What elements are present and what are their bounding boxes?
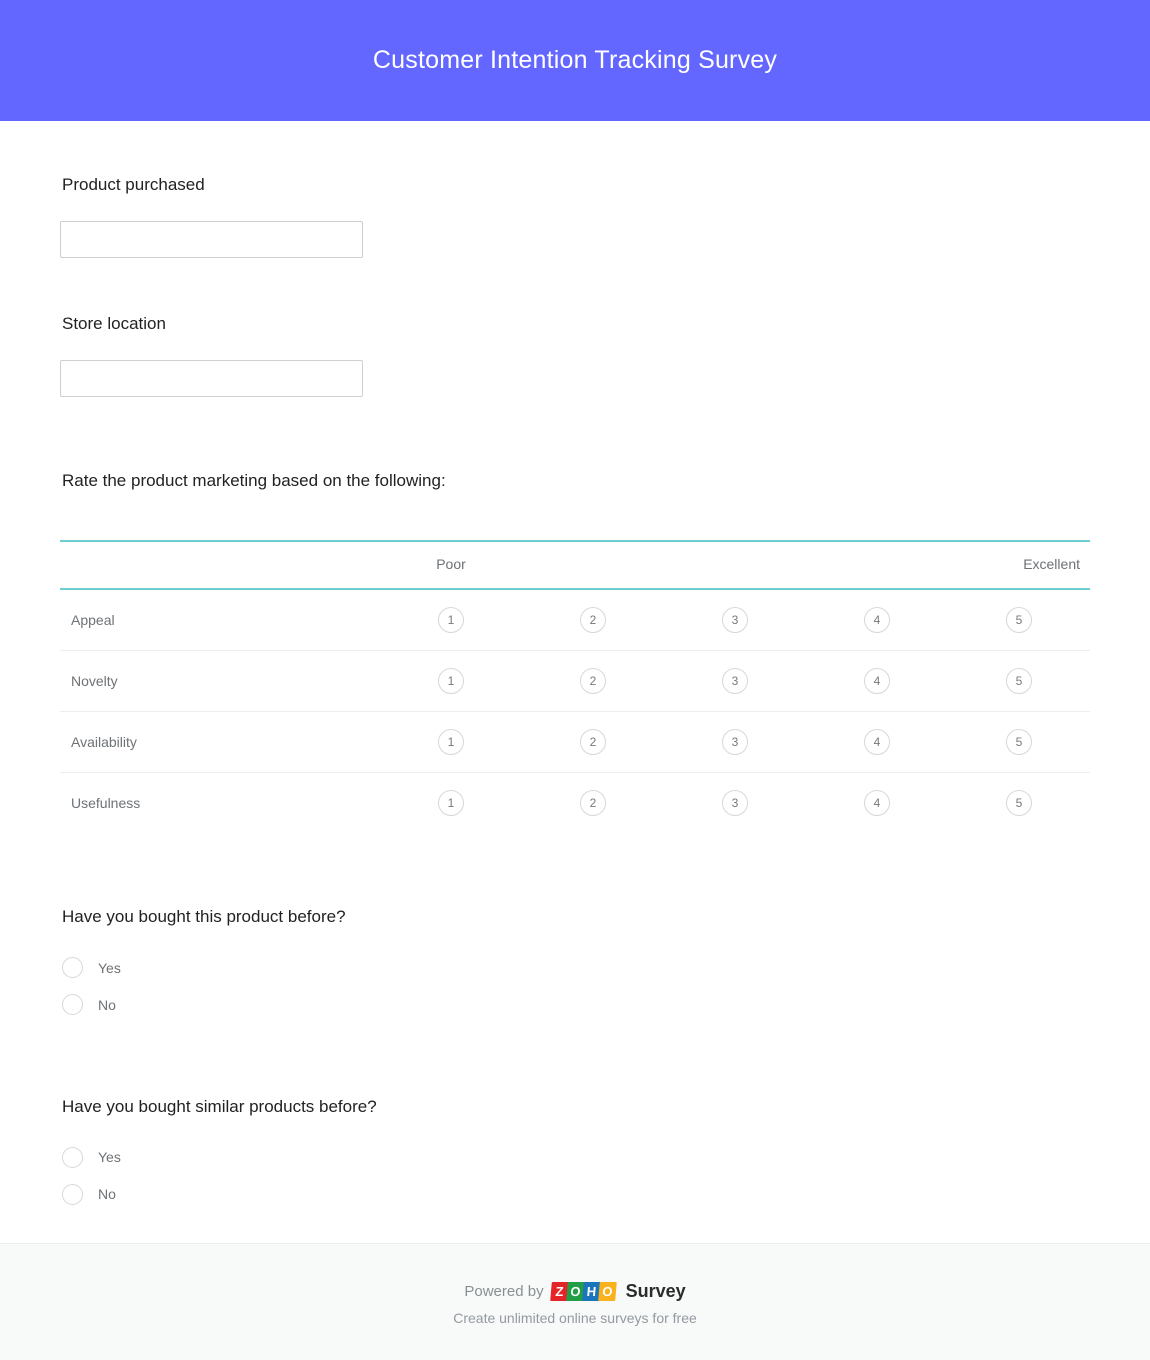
matrix-cell: 4	[806, 772, 948, 833]
question-store-location: Store location	[60, 312, 1090, 397]
scale-header-3	[664, 540, 806, 591]
scale-header-2	[522, 540, 664, 591]
store-location-input[interactable]	[60, 359, 363, 397]
rating-option-appeal-5[interactable]: 5	[1006, 607, 1032, 634]
matrix-row-label: Availability	[60, 711, 380, 773]
rating-option-novelty-2[interactable]: 2	[580, 667, 606, 694]
rating-option-usefulness-1[interactable]: 1	[438, 790, 464, 817]
footer-tagline: Create unlimited online surveys for free	[453, 1310, 697, 1326]
rating-option-appeal-2[interactable]: 2	[580, 607, 606, 634]
rating-option-usefulness-5[interactable]: 5	[1006, 790, 1032, 817]
question-product-purchased: Product purchased	[60, 173, 1090, 258]
matrix-cell: 2	[522, 711, 664, 773]
radio-label: No	[98, 1186, 116, 1203]
matrix-cell: 2	[522, 772, 664, 833]
powered-by-text: Powered by	[464, 1283, 544, 1300]
radio-circle-icon	[62, 1183, 83, 1205]
matrix-row-label: Appeal	[60, 589, 380, 651]
rating-matrix: Poor Excellent Appeal 1 2 3 4 5 Novelty …	[60, 540, 1090, 833]
matrix-cell: 5	[948, 772, 1090, 833]
rating-option-availability-2[interactable]: 2	[580, 728, 606, 755]
survey-header: Customer Intention Tracking Survey	[0, 0, 1150, 121]
radio-bought-similar-no[interactable]: No	[60, 1176, 1090, 1213]
table-row: Novelty 1 2 3 4 5	[60, 650, 1090, 712]
table-row: Appeal 1 2 3 4 5	[60, 589, 1090, 651]
table-row: Usefulness 1 2 3 4 5	[60, 772, 1090, 833]
rating-matrix-header: Poor Excellent	[60, 540, 1090, 591]
scale-label-low: Poor	[380, 540, 522, 591]
rating-matrix-body: Appeal 1 2 3 4 5 Novelty 1 2 3 4 5 Avail…	[60, 589, 1090, 833]
table-row: Availability 1 2 3 4 5	[60, 711, 1090, 773]
matrix-cell: 5	[948, 650, 1090, 712]
matrix-row-label: Usefulness	[71, 795, 141, 812]
radio-bought-before-no[interactable]: No	[60, 986, 1090, 1023]
scale-label-high: Excellent	[948, 540, 1090, 591]
survey-form: Product purchased Store location Rate th…	[0, 173, 1150, 1283]
zoho-tile-o2: O	[597, 1282, 617, 1301]
radio-circle-icon	[62, 957, 83, 979]
rating-option-availability-1[interactable]: 1	[438, 728, 464, 755]
rating-option-novelty-5[interactable]: 5	[1006, 667, 1032, 694]
matrix-cell: 3	[664, 711, 806, 773]
product-purchased-input[interactable]	[60, 220, 363, 258]
question-bought-similar: Have you bought similar products before?…	[60, 1095, 1090, 1213]
question-label-bought-similar: Have you bought similar products before?	[62, 1097, 377, 1117]
matrix-cell: 1	[380, 711, 522, 773]
matrix-cell: 5	[948, 711, 1090, 773]
matrix-cell: 5	[948, 589, 1090, 651]
rating-option-novelty-4[interactable]: 4	[864, 667, 890, 694]
matrix-cell: 3	[664, 650, 806, 712]
rating-matrix-header-row: Poor Excellent	[60, 540, 1090, 591]
rating-option-appeal-1[interactable]: 1	[438, 607, 464, 634]
question-marketing-rating: Rate the product marketing based on the …	[60, 469, 1090, 834]
matrix-cell: 1	[380, 589, 522, 651]
radio-circle-icon	[62, 994, 83, 1016]
zoho-logo-icon[interactable]: Z O H O	[549, 1281, 617, 1302]
page-title: Customer Intention Tracking Survey	[372, 46, 778, 74]
rating-option-availability-5[interactable]: 5	[1006, 728, 1032, 755]
radio-label: Yes	[98, 959, 121, 976]
question-bought-before: Have you bought this product before? Yes…	[60, 905, 1090, 1023]
matrix-row-label: Novelty	[60, 650, 380, 712]
matrix-cell: 2	[522, 650, 664, 712]
brand-suffix-text: Survey	[625, 1281, 686, 1301]
question-label-bought-before: Have you bought this product before?	[62, 907, 346, 927]
rating-option-usefulness-4[interactable]: 4	[864, 790, 890, 817]
question-label-marketing-rating: Rate the product marketing based on the …	[62, 470, 446, 490]
matrix-cell: 3	[664, 589, 806, 651]
powered-by-line: Powered by Z O H O Survey	[0, 1281, 1150, 1302]
matrix-cell: 3	[664, 772, 806, 833]
rating-option-availability-3[interactable]: 3	[722, 728, 748, 755]
matrix-cell: 4	[806, 650, 948, 712]
question-label-store-location: Store location	[62, 313, 166, 333]
radio-label: No	[98, 996, 116, 1013]
matrix-corner-cell	[60, 540, 380, 591]
radio-bought-before-yes[interactable]: Yes	[60, 949, 1090, 986]
matrix-cell: 1	[380, 650, 522, 712]
rating-option-usefulness-3[interactable]: 3	[722, 790, 748, 817]
matrix-cell: 4	[806, 589, 948, 651]
rating-option-novelty-3[interactable]: 3	[722, 667, 748, 694]
rating-option-appeal-4[interactable]: 4	[864, 607, 890, 634]
question-label-product-purchased: Product purchased	[62, 175, 205, 194]
radio-bought-similar-yes[interactable]: Yes	[60, 1139, 1090, 1176]
rating-option-appeal-3[interactable]: 3	[722, 607, 748, 634]
rating-option-usefulness-2[interactable]: 2	[580, 790, 606, 817]
rating-option-availability-4[interactable]: 4	[864, 728, 890, 755]
matrix-cell: 4	[806, 711, 948, 773]
matrix-cell: 2	[522, 589, 664, 651]
radio-circle-icon	[62, 1146, 83, 1168]
matrix-cell: 1	[380, 772, 522, 833]
radio-label: Yes	[98, 1149, 121, 1166]
survey-footer: Powered by Z O H O Survey Create unlimit…	[0, 1243, 1150, 1360]
rating-option-novelty-1[interactable]: 1	[438, 667, 464, 694]
scale-header-4	[806, 540, 948, 591]
